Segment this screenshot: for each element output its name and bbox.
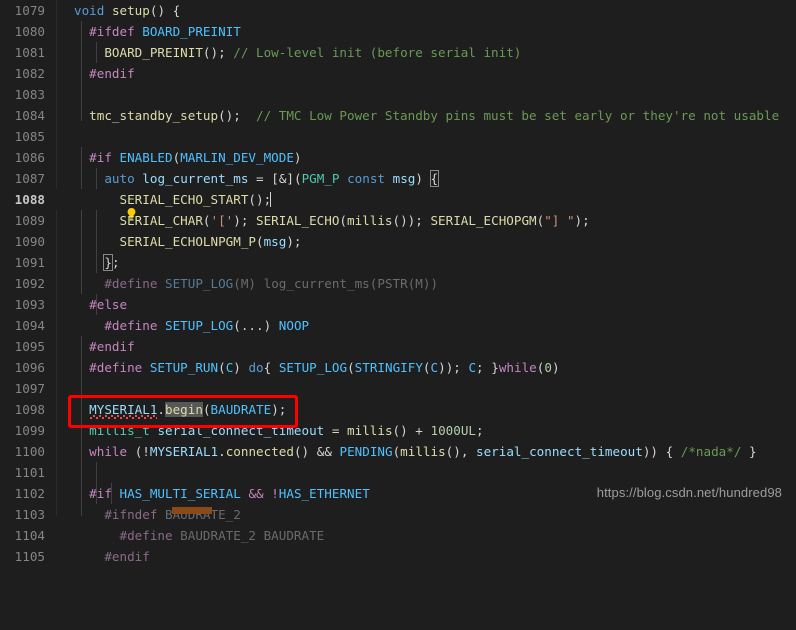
line-number: 1084 (14, 108, 45, 123)
code-line[interactable]: 1095 #endif (0, 336, 796, 357)
line-content[interactable]: #endif (74, 546, 150, 567)
line-number: 1089 (14, 213, 45, 228)
line-number: 1099 (14, 423, 45, 438)
code-line[interactable]: 1098 MYSERIAL1.begin(BAUDRATE); (0, 399, 796, 420)
code-line[interactable]: 1080 #ifdef BOARD_PREINIT (0, 21, 796, 42)
line-number: 1087 (14, 171, 45, 186)
watermark-text: https://blog.csdn.net/hundred98 (596, 485, 782, 500)
line-content[interactable]: millis_t serial_connect_timeout = millis… (74, 420, 483, 441)
text-cursor (270, 192, 272, 207)
code-line[interactable]: 1089 SERIAL_CHAR('['); SERIAL_ECHO(milli… (0, 210, 796, 231)
bracket-match-highlight: { (429, 170, 440, 187)
line-content[interactable]: BOARD_PREINIT(); // Low-level init (befo… (74, 42, 521, 63)
line-content[interactable]: void setup() { (74, 0, 180, 21)
code-line[interactable]: 1081 BOARD_PREINIT(); // Low-level init … (0, 42, 796, 63)
line-number: 1088 (14, 192, 45, 207)
code-line[interactable]: 1099 millis_t serial_connect_timeout = m… (0, 420, 796, 441)
code-line[interactable]: 1094 #define SETUP_LOG(...) NOOP (0, 315, 796, 336)
line-content[interactable]: #ifdef BOARD_PREINIT (74, 21, 241, 42)
line-number: 1100 (14, 444, 45, 459)
horizontal-scrollbar[interactable] (0, 506, 796, 516)
line-content[interactable]: SERIAL_CHAR('['); SERIAL_ECHO(millis());… (74, 210, 590, 231)
line-number: 1082 (14, 66, 45, 81)
line-content[interactable]: #else (74, 294, 127, 315)
line-number: 1090 (14, 234, 45, 249)
code-line[interactable]: 1085 (0, 126, 796, 147)
line-content[interactable]: tmc_standby_setup(); // TMC Low Power St… (74, 105, 779, 126)
error-squiggle: MYSERIAL1 (89, 402, 158, 421)
code-line[interactable]: 1100 while (!MYSERIAL1.connected() && PE… (0, 441, 796, 462)
code-line[interactable]: 1097 (0, 378, 796, 399)
line-number: 1102 (14, 486, 45, 501)
line-number: 1096 (14, 360, 45, 375)
line-content[interactable]: auto log_current_ms = [&](PGM_P const ms… (74, 168, 440, 189)
code-line[interactable]: 1083 (0, 84, 796, 105)
code-line[interactable]: 1086 #if ENABLED(MARLIN_DEV_MODE) (0, 147, 796, 168)
code-line[interactable]: 1079 void setup() { (0, 0, 796, 21)
line-content[interactable]: while (!MYSERIAL1.connected() && PENDING… (74, 441, 756, 462)
line-content[interactable]: }; (74, 252, 120, 273)
code-line[interactable]: 1093 #else (0, 294, 796, 315)
code-line-active[interactable]: 1088 SERIAL_ECHO_START(); (0, 189, 796, 220)
line-content[interactable]: #if ENABLED(MARLIN_DEV_MODE) (74, 147, 301, 168)
selected-word: begin (165, 402, 203, 417)
code-editor[interactable]: 1079 void setup() { 1080 #ifdef BOARD_PR… (0, 0, 796, 564)
line-number: 1081 (14, 45, 45, 60)
code-line[interactable]: 1091 }; (0, 252, 796, 273)
code-line[interactable]: 1101 (0, 462, 796, 483)
line-content[interactable]: #define SETUP_LOG(...) NOOP (74, 315, 309, 336)
line-number: 1097 (14, 381, 45, 396)
bracket-match-highlight: } (103, 254, 113, 271)
line-content[interactable]: SERIAL_ECHO_START(); (74, 189, 272, 210)
line-number: 1083 (14, 87, 45, 102)
line-content[interactable]: #define SETUP_LOG(M) log_current_ms(PSTR… (74, 273, 438, 294)
line-number: 1101 (14, 465, 45, 480)
line-number: 1098 (14, 402, 45, 417)
code-lines[interactable]: 1079 void setup() { 1080 #ifdef BOARD_PR… (0, 0, 796, 564)
code-line[interactable]: 1104 #define BAUDRATE_2 BAUDRATE (0, 525, 796, 546)
line-content[interactable]: SERIAL_ECHOLNPGM_P(msg); (74, 231, 302, 252)
line-content[interactable]: #define SETUP_RUN(C) do{ SETUP_LOG(STRIN… (74, 357, 559, 378)
line-number: 1095 (14, 339, 45, 354)
code-line[interactable]: 1096 #define SETUP_RUN(C) do{ SETUP_LOG(… (0, 357, 796, 378)
line-content[interactable]: #endif (74, 63, 135, 84)
line-number: 1092 (14, 276, 45, 291)
line-number: 1104 (14, 528, 45, 543)
line-number: 1085 (14, 129, 45, 144)
line-number: 1079 (14, 3, 45, 18)
line-number: 1091 (14, 255, 45, 270)
line-number: 1105 (14, 549, 45, 564)
horizontal-scrollbar-thumb[interactable] (172, 507, 212, 514)
code-line[interactable]: 1092 #define SETUP_LOG(M) log_current_ms… (0, 273, 796, 294)
line-number: 1086 (14, 150, 45, 165)
line-content[interactable]: #endif (74, 336, 135, 357)
code-line[interactable]: 1105 #endif (0, 546, 796, 567)
code-line[interactable]: 1087 auto log_current_ms = [&](PGM_P con… (0, 168, 796, 189)
code-line[interactable]: 1090 SERIAL_ECHOLNPGM_P(msg); (0, 231, 796, 252)
line-number: 1093 (14, 297, 45, 312)
code-line[interactable]: 1082 #endif (0, 63, 796, 84)
code-line[interactable]: 1084 tmc_standby_setup(); // TMC Low Pow… (0, 105, 796, 126)
line-number: 1094 (14, 318, 45, 333)
line-content[interactable]: #define BAUDRATE_2 BAUDRATE (74, 525, 325, 546)
line-content[interactable]: MYSERIAL1.begin(BAUDRATE); (74, 399, 286, 420)
line-number: 1080 (14, 24, 45, 39)
line-content[interactable]: #if HAS_MULTI_SERIAL && !HAS_ETHERNET (74, 483, 370, 504)
